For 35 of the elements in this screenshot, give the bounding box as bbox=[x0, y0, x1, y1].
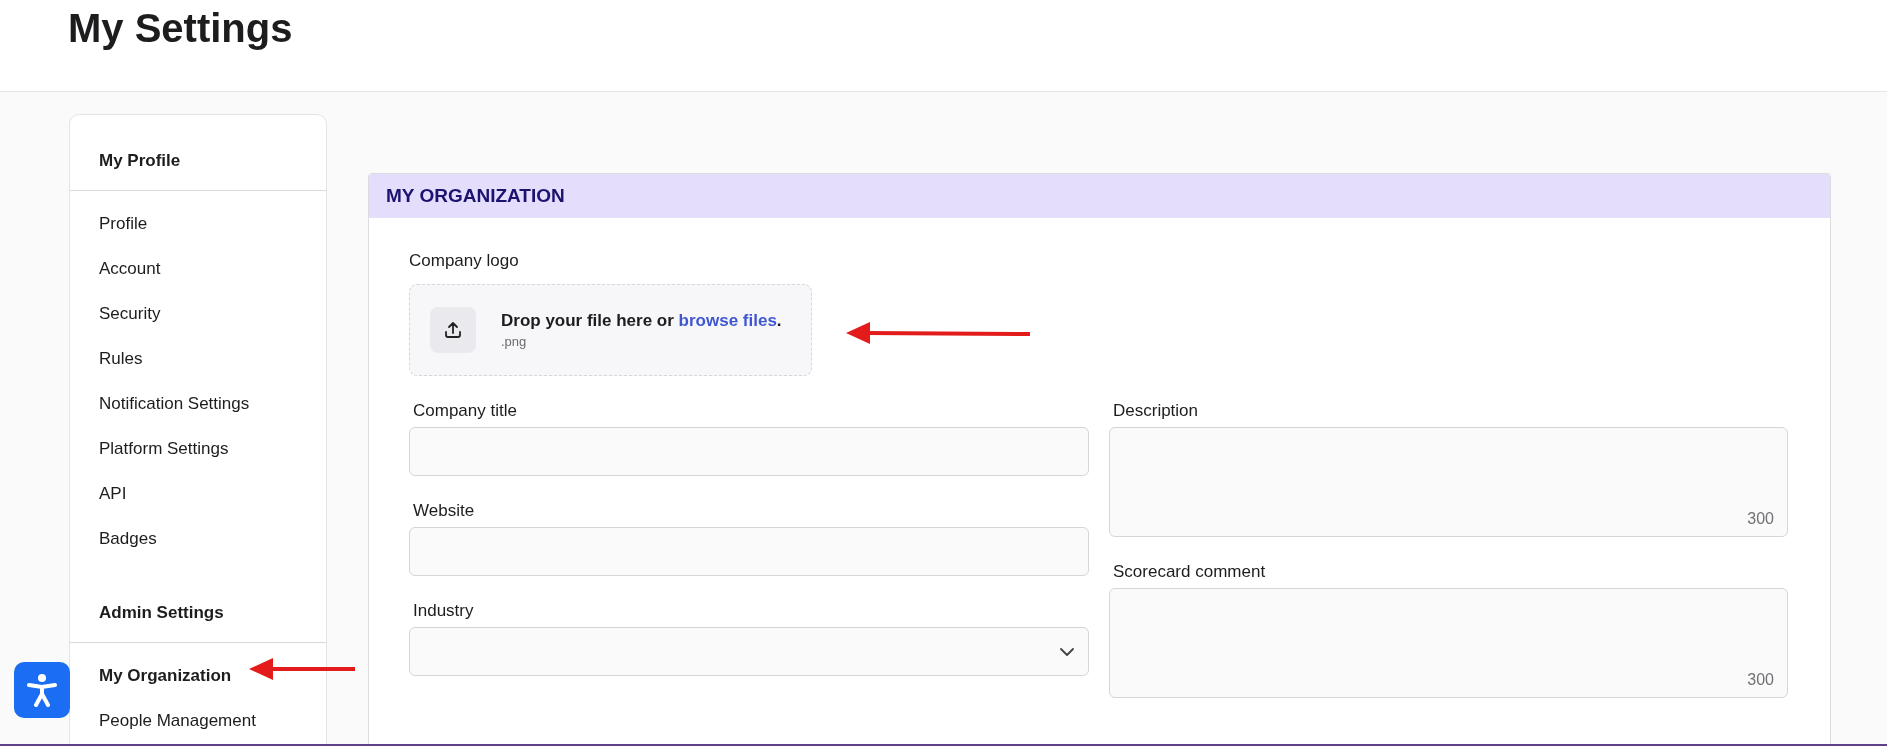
sidebar-item[interactable]: Notification Settings bbox=[99, 393, 250, 414]
sidebar-item[interactable]: Security bbox=[99, 303, 161, 324]
file-type-hint: .png bbox=[501, 334, 528, 349]
field-label: Company logo bbox=[409, 251, 520, 271]
text-area[interactable] bbox=[1109, 588, 1788, 698]
chevron-down-icon bbox=[1060, 647, 1074, 656]
browse-files-link[interactable]: browse files bbox=[678, 311, 777, 330]
field-label: Description bbox=[1113, 401, 1200, 421]
upload-prompt: Drop your file here or browse files. bbox=[501, 311, 782, 331]
sidebar-item[interactable]: Platform Settings bbox=[99, 438, 229, 459]
person-icon bbox=[26, 673, 58, 707]
select-field[interactable] bbox=[409, 627, 1089, 676]
sidebar-item[interactable]: Profile bbox=[99, 213, 148, 234]
sidebar-item[interactable]: API bbox=[99, 483, 127, 504]
section-heading: My Profile bbox=[99, 151, 181, 170]
panel-title: MY ORGANIZATION bbox=[386, 185, 565, 207]
section-heading: Admin Settings bbox=[99, 603, 224, 622]
sidebar-item[interactable]: Badges bbox=[99, 528, 157, 549]
accessibility-button[interactable] bbox=[14, 662, 70, 718]
text-area[interactable] bbox=[1109, 427, 1788, 537]
text-field[interactable] bbox=[409, 427, 1089, 476]
text-field[interactable] bbox=[409, 527, 1089, 576]
field-label: Industry bbox=[413, 601, 475, 621]
character-count: 300 bbox=[1747, 510, 1774, 528]
sidebar-item[interactable]: Rules bbox=[99, 348, 143, 369]
sidebar-item[interactable]: Account bbox=[99, 258, 161, 279]
field-label: Company title bbox=[413, 401, 518, 421]
sidebar-item[interactable]: People Management bbox=[99, 710, 256, 731]
field-label: Website bbox=[413, 501, 476, 521]
sidebar-item[interactable]: My Organization bbox=[99, 665, 232, 686]
character-count: 300 bbox=[1747, 671, 1774, 689]
field-label: Scorecard comment bbox=[1113, 562, 1267, 582]
page-title: My Settings bbox=[67, 5, 293, 52]
file-dropzone[interactable]: Drop your file here or browse files. .png bbox=[409, 284, 812, 376]
upload-icon[interactable] bbox=[430, 307, 476, 353]
